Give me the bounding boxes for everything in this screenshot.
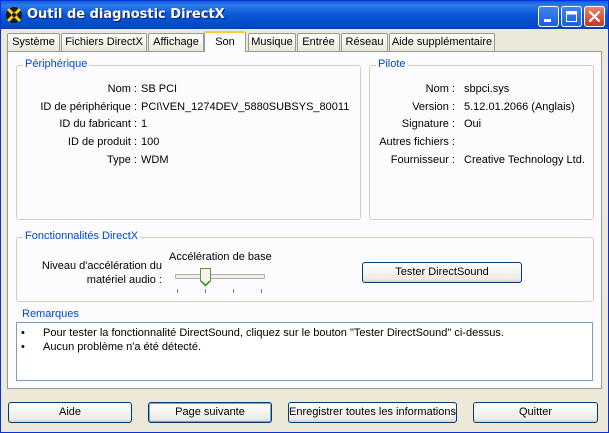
notes-group-title: Remarques	[20, 308, 81, 320]
slider-tick	[233, 289, 234, 293]
directx-diagnostic-window: Outil de diagnostic DirectX Système Fich…	[0, 0, 609, 433]
slider-tick	[177, 289, 178, 293]
driver-name-value: sbpci.sys	[464, 83, 510, 95]
quit-button[interactable]: Quitter	[473, 402, 598, 423]
tab-son[interactable]: Son	[204, 31, 246, 52]
note-text: Aucun problème n'a été détecté.	[43, 341, 202, 353]
features-group-title: Fonctionnalités DirectX	[23, 230, 141, 242]
test-directsound-button[interactable]: Tester DirectSound	[362, 262, 522, 283]
driver-row-signature: Signature : Oui	[370, 116, 593, 132]
accel-label: Niveau d'accélération du matériel audio …	[17, 259, 162, 287]
driver-row-name: Nom : sbpci.sys	[370, 81, 593, 97]
driver-row-other-files: Autres fichiers :	[370, 134, 593, 150]
next-page-button[interactable]: Page suivante	[148, 402, 272, 423]
window-title: Outil de diagnostic DirectX	[27, 7, 225, 22]
accel-label-line1: Niveau d'accélération du	[41, 260, 162, 272]
accel-label-line2: matériel audio :	[86, 274, 162, 286]
driver-signature-value: Oui	[464, 118, 482, 130]
driver-version-label: Version :	[412, 101, 455, 113]
tab-reseau[interactable]: Réseau	[341, 33, 388, 51]
driver-group-title: Pilote	[376, 58, 408, 70]
save-all-information-button[interactable]: Enregistrer toutes les informations	[288, 402, 457, 423]
driver-provider-value: Creative Technology Ltd.	[464, 154, 585, 166]
note-text: Pour tester la fonctionnalité DirectSoun…	[43, 327, 504, 339]
device-type-label: Type :	[107, 154, 137, 166]
tab-systeme[interactable]: Système	[7, 33, 60, 51]
bullet-icon: •	[21, 341, 25, 353]
device-name-label: Nom :	[107, 83, 137, 95]
device-name-value: SB PCI	[141, 83, 178, 95]
close-button[interactable]	[584, 6, 605, 27]
bullet-icon: •	[21, 327, 25, 339]
device-product-label: ID de produit :	[67, 136, 137, 148]
driver-group: Pilote Nom : sbpci.sys Version : 5.12.01…	[369, 58, 594, 220]
driver-other-files-label: Autres fichiers :	[379, 136, 455, 148]
hardware-acceleration-slider[interactable]	[175, 268, 265, 294]
tab-affichage[interactable]: Affichage	[148, 33, 204, 51]
device-type-value: WDM	[141, 154, 169, 166]
slider-tick	[205, 289, 206, 293]
features-group: Fonctionnalités DirectX Niveau d'accélér…	[16, 230, 594, 302]
notes-box[interactable]: • Pour tester la fonctionnalité DirectSo…	[16, 322, 593, 381]
directx-icon	[6, 7, 22, 23]
device-vendor-value: 1	[141, 118, 148, 130]
driver-signature-label: Signature :	[401, 118, 455, 130]
slider-value-label: Accélération de base	[169, 251, 272, 263]
minimize-button[interactable]	[538, 6, 559, 27]
tab-aide-supplementaire[interactable]: Aide supplémentaire	[389, 33, 495, 51]
help-button[interactable]: Aide	[8, 402, 132, 423]
tab-entree[interactable]: Entrée	[297, 33, 340, 51]
slider-thumb[interactable]	[200, 268, 211, 287]
device-group-title: Périphérique	[23, 58, 90, 70]
device-row-vendor: ID du fabricant : 1	[17, 116, 360, 132]
tab-panel-son: Périphérique Nom : SB PCI ID de périphér…	[7, 51, 602, 389]
slider-tick	[261, 289, 262, 293]
device-row-product: ID de produit : 100	[17, 134, 360, 150]
tab-musique[interactable]: Musique	[248, 33, 296, 51]
maximize-button[interactable]	[561, 6, 582, 27]
device-group: Périphérique Nom : SB PCI ID de périphér…	[16, 58, 361, 220]
device-vendor-label: ID du fabricant :	[59, 118, 137, 130]
driver-name-label: Nom :	[425, 83, 455, 95]
tab-fichiers-directx[interactable]: Fichiers DirectX	[61, 33, 147, 51]
device-product-value: 100	[141, 136, 160, 148]
driver-version-value: 5.12.01.2066 (Anglais)	[464, 101, 575, 113]
device-id-value: PCI\VEN_1274DEV_5880SUBSYS_80011	[141, 101, 350, 113]
driver-row-version: Version : 5.12.01.2066 (Anglais)	[370, 99, 593, 115]
device-id-label: ID de périphérique :	[40, 101, 137, 113]
device-row-id: ID de périphérique : PCI\VEN_1274DEV_588…	[17, 99, 360, 115]
device-row-type: Type : WDM	[17, 152, 360, 168]
title-bar[interactable]: Outil de diagnostic DirectX	[1, 1, 608, 29]
device-row-name: Nom : SB PCI	[17, 81, 360, 97]
driver-provider-label: Fournisseur :	[390, 154, 455, 166]
slider-track	[175, 274, 265, 279]
driver-row-provider: Fournisseur : Creative Technology Ltd.	[370, 152, 593, 168]
